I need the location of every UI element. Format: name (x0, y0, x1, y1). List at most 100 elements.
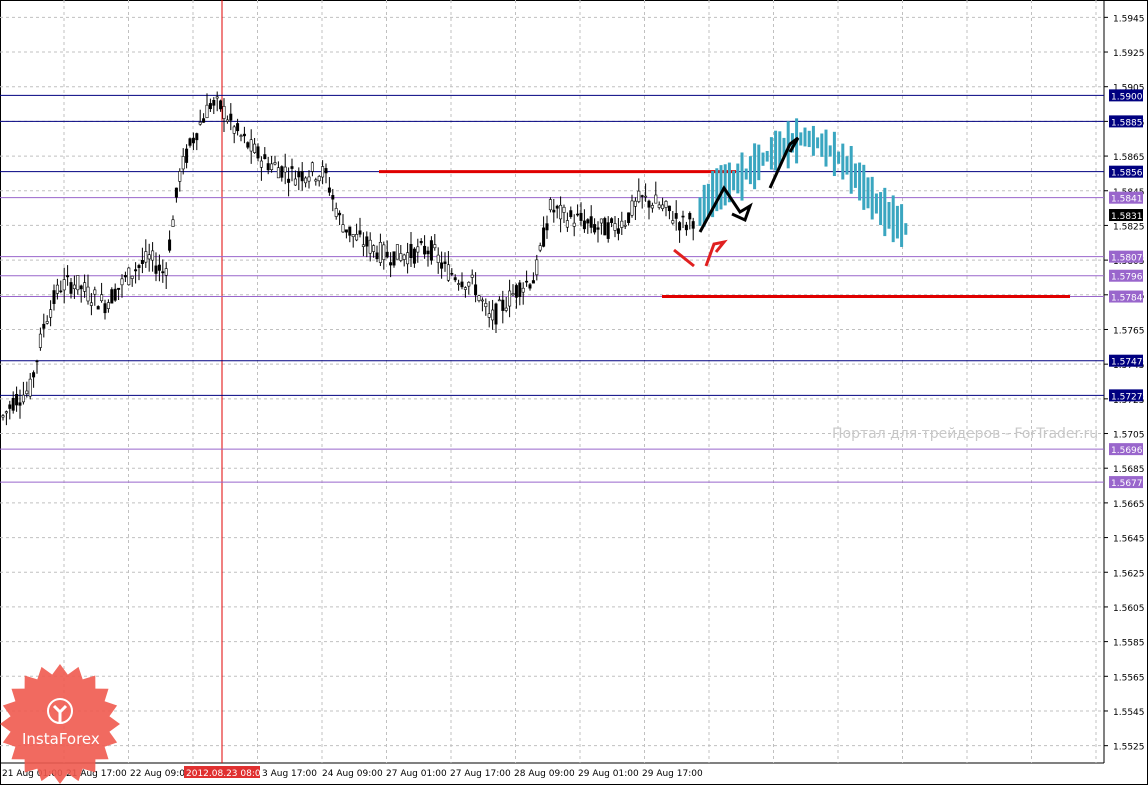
x-tick-label: 22 Aug 09:00 (130, 769, 191, 779)
candle-body (385, 251, 389, 258)
candle-body (657, 204, 661, 208)
candle-body (443, 261, 447, 264)
candle-body (633, 200, 637, 207)
candle-body (484, 303, 488, 307)
candle-body (463, 287, 467, 290)
level-label: 1.5747 (1111, 358, 1143, 368)
candle-body (508, 290, 512, 307)
y-tick-label: 1.5925 (1113, 49, 1145, 59)
candle-body (453, 277, 457, 281)
candle-body (341, 224, 345, 233)
candle-body (504, 307, 508, 311)
level-label: 1.5727 (1111, 392, 1143, 402)
y-tick-label: 1.5645 (1113, 535, 1145, 545)
candle-body (637, 190, 641, 202)
forecast-bar (883, 187, 887, 237)
candle-body (358, 230, 362, 235)
candle-body (253, 143, 257, 153)
candle-body (45, 321, 49, 324)
candle-body (76, 275, 80, 291)
candle-body (480, 299, 484, 302)
forecast-bar (753, 143, 757, 190)
candle-body (49, 309, 53, 318)
candle-body (681, 215, 685, 218)
candle-body (242, 133, 246, 137)
candle-body (25, 390, 29, 395)
candle-body (225, 119, 229, 122)
candle-body (52, 290, 56, 304)
candle-body (569, 210, 573, 217)
candle-body (372, 245, 376, 252)
forecast-bar (874, 193, 878, 214)
candle-body (304, 177, 308, 184)
candle-body (79, 285, 83, 290)
x-tick-label: 27 Aug 01:00 (386, 769, 447, 779)
level-label: 1.5796 (1111, 273, 1143, 283)
forecast-bar (736, 163, 740, 194)
chart-frame (0, 0, 1148, 785)
forecast-bar (866, 177, 870, 209)
candle-body (174, 187, 178, 198)
forecast-bar (824, 129, 828, 167)
forecast-bar (816, 137, 820, 149)
candle-body (555, 205, 559, 209)
candle-body (429, 240, 433, 261)
candle-body (542, 227, 546, 247)
current-time-marker: 2012.08.23 08:00 (186, 769, 267, 779)
candle-body (531, 280, 535, 284)
candle-body (691, 221, 695, 229)
candle-body (470, 274, 474, 278)
candle-body (667, 205, 671, 212)
candle-body (219, 100, 223, 110)
candle-body (596, 227, 600, 230)
candle-body (103, 303, 107, 314)
candle-body (528, 284, 532, 289)
candle-body (399, 253, 403, 261)
forecast-bar (862, 164, 866, 210)
candle-body (514, 285, 518, 298)
candle-body (647, 200, 651, 208)
candle-body (1, 415, 5, 418)
forecast-bar (732, 170, 736, 191)
forex-chart: 1.59451.59251.59051.58851.58651.58451.58… (0, 0, 1148, 785)
candle-body (123, 275, 127, 278)
candle-body (83, 282, 87, 292)
candle-body (273, 162, 277, 165)
candle-body (106, 302, 110, 309)
candle-body (593, 224, 597, 233)
candle-body (599, 218, 603, 224)
candle-body (457, 283, 461, 285)
forecast-bar (828, 145, 832, 157)
candle-body (365, 236, 369, 247)
candle-body (151, 250, 155, 261)
candle-body (460, 281, 464, 288)
candle-body (236, 123, 240, 132)
watermark-text: Портал для трейдеров - ForTrader.ru (832, 426, 1098, 442)
forecast-bar (761, 152, 765, 166)
y-tick-label: 1.5865 (1113, 153, 1145, 163)
candle-body (538, 245, 542, 251)
x-tick-label: 29 Aug 01:00 (578, 769, 639, 779)
candle-body (239, 135, 243, 137)
forecast-bar (832, 131, 836, 177)
forecast-bar (820, 133, 824, 157)
candle-body (144, 251, 148, 263)
candle-body (579, 212, 583, 221)
candle-body (72, 284, 76, 290)
candle-body (368, 239, 372, 254)
candle-body (307, 176, 311, 182)
candle-body (572, 222, 576, 227)
candle-body (661, 204, 665, 209)
candle-body (321, 166, 325, 178)
forecast-bar (807, 130, 811, 148)
candle-body (276, 167, 280, 179)
candle-body (355, 234, 359, 241)
candle-body (93, 289, 97, 295)
forecast-bar (774, 130, 778, 171)
candle-body (280, 166, 284, 178)
candle-body (249, 139, 253, 152)
candle-body (406, 252, 410, 265)
y-tick-label: 1.5585 (1113, 639, 1145, 649)
candle-body (338, 212, 342, 216)
candle-body (198, 121, 202, 125)
